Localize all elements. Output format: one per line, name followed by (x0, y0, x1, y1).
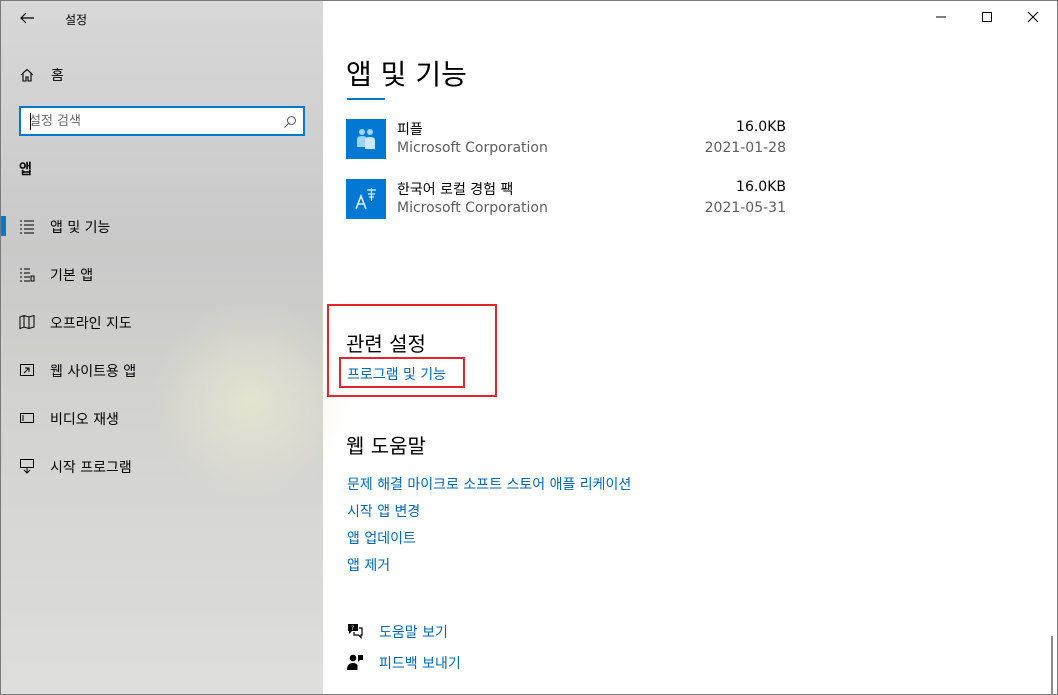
svg-text:?: ? (351, 625, 354, 632)
text-caret (30, 113, 31, 130)
sidebar-item-label: 비디오 재생 (50, 412, 119, 428)
search-icon[interactable] (283, 115, 297, 129)
app-list-item[interactable]: 한국어 로컬 경험 팩 Microsoft Corporation 16.0KB… (346, 179, 786, 221)
home-icon (20, 68, 34, 82)
section-label-apps: 앱 (19, 162, 32, 178)
sidebar-item-video-playback[interactable]: 비디오 재생 (1, 398, 323, 438)
app-name: 한국어 로컬 경험 팩 (397, 182, 514, 198)
selected-indicator (1, 216, 6, 236)
maximize-button[interactable] (964, 1, 1010, 33)
window-title: 설정 (65, 13, 88, 27)
offline-maps-icon (19, 314, 35, 330)
default-apps-icon (20, 268, 35, 282)
web-help-link-troubleshoot-store[interactable]: 문제 해결 마이크로 소프트 스토어 애플 리케이션 (347, 474, 631, 494)
related-settings-title: 관련 설정 (346, 332, 426, 356)
sidebar-item-label: 시작 프로그램 (50, 460, 132, 476)
sidebar-item-label: 앱 및 기능 (50, 220, 111, 236)
app-size: 16.0KB (736, 179, 786, 195)
programs-and-features-link[interactable]: 프로그램 및 기능 (347, 364, 446, 384)
settings-window: 설정 홈 앱 앱 및 기능 (0, 0, 1058, 695)
web-help-title: 웹 도움말 (346, 434, 426, 458)
give-feedback-label: 피드백 보내기 (379, 656, 461, 672)
app-list-item[interactable]: 피플 Microsoft Corporation 16.0KB 2021-01-… (346, 119, 786, 161)
sidebar-item-apps-websites[interactable]: 웹 사이트용 앱 (1, 350, 323, 390)
sidebar-item-startup[interactable]: 시작 프로그램 (1, 446, 323, 486)
close-icon (1027, 11, 1039, 23)
sidebar: 설정 홈 앱 앱 및 기능 (1, 1, 351, 694)
web-help-link-update-apps[interactable]: 앱 업데이트 (347, 528, 416, 548)
sidebar-item-default-apps[interactable]: 기본 앱 (1, 254, 323, 294)
app-date: 2021-05-31 (704, 200, 786, 216)
web-help-link-change-startup[interactable]: 시작 앱 변경 (347, 501, 420, 521)
page-title: 앱 및 기능 (346, 58, 467, 91)
sidebar-item-label: 오프라인 지도 (50, 316, 132, 332)
search-box[interactable] (19, 106, 305, 136)
sidebar-item-apps-features[interactable]: 앱 및 기능 (1, 206, 323, 246)
maximize-icon (982, 12, 992, 22)
title-bar: 설정 (1, 1, 323, 37)
feedback-icon (347, 654, 363, 670)
app-publisher: Microsoft Corporation (397, 200, 548, 216)
video-playback-icon (20, 413, 34, 423)
minimize-button[interactable] (918, 1, 964, 33)
home-label: 홈 (51, 68, 64, 84)
language-pack-icon (346, 179, 386, 219)
app-name: 피플 (397, 122, 423, 138)
sidebar-item-home[interactable]: 홈 (19, 63, 64, 87)
minimize-icon (936, 16, 946, 18)
get-help-label: 도움말 보기 (379, 625, 448, 641)
app-publisher: Microsoft Corporation (397, 140, 548, 156)
back-button[interactable] (11, 3, 43, 33)
startup-icon (20, 459, 34, 474)
app-size: 16.0KB (736, 119, 786, 135)
back-arrow-icon (20, 12, 34, 24)
web-help-link-remove-apps[interactable]: 앱 제거 (347, 555, 390, 575)
close-button[interactable] (1010, 1, 1056, 33)
people-icon (346, 119, 386, 159)
scrollbar[interactable] (1051, 636, 1053, 694)
sidebar-item-label: 기본 앱 (50, 268, 94, 284)
apps-for-websites-icon (20, 364, 34, 376)
sidebar-item-label: 웹 사이트용 앱 (50, 364, 137, 380)
app-date: 2021-01-28 (704, 140, 786, 156)
help-chat-icon: ? (348, 624, 363, 639)
sidebar-item-offline-maps[interactable]: 오프라인 지도 (1, 302, 323, 342)
search-input[interactable] (29, 112, 279, 130)
apps-features-icon (20, 220, 34, 234)
title-underline (347, 98, 385, 100)
